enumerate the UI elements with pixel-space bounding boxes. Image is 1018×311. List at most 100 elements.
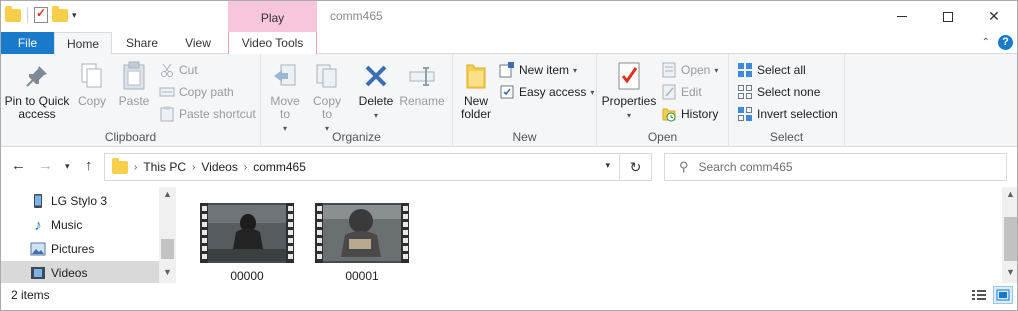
breadcrumb-comm465[interactable]: comm465 xyxy=(253,160,306,174)
breadcrumb-chevron-icon[interactable]: › xyxy=(134,162,137,173)
file-name: 00001 xyxy=(345,269,379,283)
search-box[interactable]: ⚲ Search comm465 xyxy=(664,153,1007,181)
nav-item-music[interactable]: ♪ Music xyxy=(1,213,159,237)
organize-group: Move to ▾ Copy to ▾ Delete ▾ Rename Orga… xyxy=(261,54,453,147)
breadcrumb-videos[interactable]: Videos xyxy=(201,160,237,174)
tab-view[interactable]: View xyxy=(172,32,224,54)
large-icons-view-button[interactable] xyxy=(993,286,1013,304)
up-arrow-icon[interactable]: ↑ xyxy=(85,157,93,174)
new-group: New folder New item ▾ Easy access ▾ New xyxy=(453,54,597,147)
scroll-down-icon[interactable]: ▼ xyxy=(1006,267,1015,277)
rename-button[interactable]: Rename xyxy=(399,60,445,108)
new-folder-qat-icon[interactable] xyxy=(52,5,68,22)
tab-home[interactable]: Home xyxy=(54,32,112,55)
tab-share[interactable]: Share xyxy=(114,32,170,54)
address-dropdown-icon[interactable]: ▾ xyxy=(605,160,610,171)
back-arrow-icon[interactable]: ← xyxy=(11,157,26,174)
forward-arrow-icon[interactable]: → xyxy=(38,157,53,174)
select-all-button[interactable]: Select all xyxy=(737,60,806,80)
copy-to-icon xyxy=(311,60,343,92)
select-none-icon xyxy=(737,84,753,100)
navigation-pane-scrollbar[interactable]: ▲ ▼ xyxy=(159,187,176,283)
organize-group-label: Organize xyxy=(332,130,381,144)
properties-button[interactable]: Properties ▾ xyxy=(601,60,657,122)
customize-qat-dropdown-icon[interactable]: ▾ xyxy=(72,10,77,21)
easy-access-button[interactable]: Easy access ▾ xyxy=(499,82,594,102)
video-frame-image xyxy=(208,205,286,261)
minimize-icon xyxy=(897,16,907,17)
nav-item-pictures[interactable]: Pictures xyxy=(1,237,159,261)
close-button[interactable]: ✕ xyxy=(971,1,1017,32)
nav-item-videos[interactable]: Videos xyxy=(1,261,159,285)
scroll-up-icon[interactable]: ▲ xyxy=(163,189,172,199)
new-item-icon xyxy=(499,62,515,78)
delete-button[interactable]: Delete ▾ xyxy=(357,60,395,122)
new-folder-button[interactable]: New folder xyxy=(457,60,495,121)
edit-icon xyxy=(661,84,677,100)
clipboard-group: Pin to Quick access Copy Paste Cut Copy … xyxy=(1,54,261,147)
breadcrumb-chevron-icon[interactable]: › xyxy=(192,162,195,173)
recent-locations-chevron-icon[interactable]: ▾ xyxy=(65,161,70,172)
open-group-label: Open xyxy=(647,130,678,144)
delete-dropdown-icon: ▾ xyxy=(373,111,378,120)
scrollbar-thumb[interactable] xyxy=(161,239,174,259)
file-item[interactable]: 00001 xyxy=(312,203,412,283)
properties-icon xyxy=(613,60,645,92)
file-item[interactable]: 00000 xyxy=(197,203,297,283)
new-item-button[interactable]: New item ▾ xyxy=(499,60,577,80)
select-group-label: Select xyxy=(769,130,804,144)
minimize-button[interactable] xyxy=(879,1,925,32)
folder-icon xyxy=(5,5,21,22)
paste-shortcut-icon xyxy=(159,106,175,122)
open-button[interactable]: Open ▾ xyxy=(661,60,718,80)
copy-to-button[interactable]: Copy to ▾ xyxy=(309,60,345,135)
title-bar: ▾ Play comm465 ✕ xyxy=(1,1,1017,32)
phone-icon xyxy=(30,193,46,209)
easy-access-dropdown-icon: ▾ xyxy=(590,87,595,97)
new-item-dropdown-icon: ▾ xyxy=(573,65,578,75)
nav-item-lg-stylo-3[interactable]: LG Stylo 3 xyxy=(1,189,159,213)
breadcrumb-chevron-icon[interactable]: › xyxy=(244,162,247,173)
paste-shortcut-button[interactable]: Paste shortcut xyxy=(159,104,256,124)
select-all-icon xyxy=(737,62,753,78)
scroll-down-icon[interactable]: ▼ xyxy=(163,267,172,277)
move-to-button[interactable]: Move to ▾ xyxy=(267,60,303,135)
invert-selection-button[interactable]: Invert selection xyxy=(737,104,838,124)
pin-to-quick-access-button[interactable]: Pin to Quick access xyxy=(3,60,71,121)
help-icon[interactable]: ? xyxy=(998,35,1013,50)
maximize-button[interactable] xyxy=(925,1,971,32)
delete-x-icon xyxy=(360,60,392,92)
address-bar[interactable]: › This PC › Videos › comm465 ▾ ↻ xyxy=(104,153,652,181)
open-icon xyxy=(661,62,677,78)
minimize-ribbon-chevron-icon[interactable]: ⌃ xyxy=(982,37,990,48)
pictures-icon xyxy=(30,241,46,257)
history-button[interactable]: History xyxy=(661,104,718,124)
paste-button[interactable]: Paste xyxy=(113,60,155,108)
scroll-up-icon[interactable]: ▲ xyxy=(1006,189,1015,199)
breadcrumb-this-pc[interactable]: This PC xyxy=(143,160,186,174)
properties-qat-icon[interactable] xyxy=(34,6,48,23)
navigation-pane: LG Stylo 3 ♪ Music Pictures Videos ▲ ▼ xyxy=(1,187,176,285)
file-name: 00000 xyxy=(230,269,264,283)
tab-video-tools[interactable]: Video Tools xyxy=(228,32,317,54)
pin-icon xyxy=(21,60,53,92)
copy-button[interactable]: Copy xyxy=(73,60,111,108)
search-placeholder: Search comm465 xyxy=(698,160,793,174)
video-thumbnail xyxy=(315,203,409,263)
clipboard-group-label: Clipboard xyxy=(104,130,157,144)
ribbon-home: Pin to Quick access Copy Paste Cut Copy … xyxy=(1,54,1017,147)
music-icon: ♪ xyxy=(34,216,42,234)
scrollbar-thumb[interactable] xyxy=(1004,217,1017,261)
tab-file[interactable]: File xyxy=(1,32,54,54)
details-view-button[interactable] xyxy=(969,286,989,304)
navigation-bar: ← → ▾ ↑ › This PC › Videos › comm465 ▾ ↻… xyxy=(1,147,1017,187)
refresh-icon[interactable]: ↻ xyxy=(619,154,651,180)
copy-path-button[interactable]: Copy path xyxy=(159,82,234,102)
edit-button[interactable]: Edit xyxy=(661,82,702,102)
easy-access-icon xyxy=(499,84,515,100)
select-none-button[interactable]: Select none xyxy=(737,82,820,102)
file-list-scrollbar[interactable]: ▲ ▼ xyxy=(1002,187,1017,283)
cut-button[interactable]: Cut xyxy=(159,60,198,80)
file-explorer-window: ▾ Play comm465 ✕ File Home Share View Vi… xyxy=(0,0,1018,311)
open-dropdown-icon: ▾ xyxy=(714,65,719,75)
